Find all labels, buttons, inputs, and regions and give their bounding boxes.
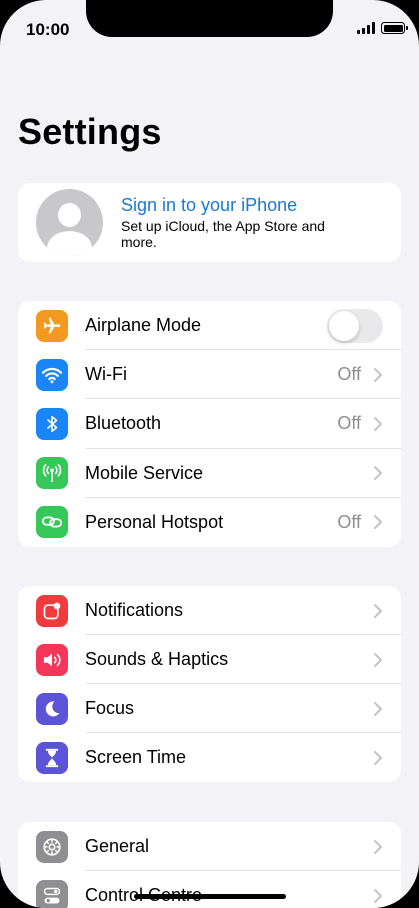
settings-row-airplane-mode[interactable]: Airplane Mode [18, 301, 401, 351]
antenna-icon [36, 457, 68, 490]
settings-row-value: Off [337, 511, 361, 532]
chevron-right-icon [374, 367, 382, 382]
notifications-group: Notifications Sounds & Haptics Focus Scr… [18, 586, 401, 782]
settings-row-label: Focus [85, 698, 135, 718]
moon-icon [36, 692, 68, 725]
cellular-signal-icon [357, 22, 375, 34]
settings-row-label: Airplane Mode [85, 315, 202, 336]
settings-row-screen-time[interactable]: Screen Time [18, 733, 401, 782]
home-indicator[interactable] [134, 894, 286, 899]
status-icons [357, 22, 408, 34]
chevron-right-icon [374, 652, 382, 667]
page-title: Settings [18, 111, 162, 152]
phone-screen: 10:00 Settings Sign in to your iPhone Se… [0, 0, 419, 908]
avatar-icon [36, 189, 103, 256]
settings-row-bluetooth[interactable]: Bluetooth Off [18, 399, 401, 449]
chevron-right-icon [374, 603, 382, 618]
settings-row-label: Bluetooth [85, 413, 162, 434]
battery-icon [381, 22, 408, 34]
settings-row-mobile-service[interactable]: Mobile Service [18, 449, 401, 498]
chevron-right-icon [374, 515, 382, 530]
settings-row-wifi[interactable]: Wi-Fi Off [18, 350, 401, 400]
settings-row-general[interactable]: General [18, 822, 401, 871]
settings-row-label: Screen Time [85, 747, 187, 767]
settings-row-label: Personal Hotspot [85, 511, 224, 532]
settings-row-label: Wi-Fi [85, 364, 127, 385]
settings-row-sounds-haptics[interactable]: Sounds & Haptics [18, 635, 401, 684]
settings-row-label: General [85, 836, 150, 856]
sign-in-subtitle: Set up iCloud, the App Store and more. [121, 218, 325, 250]
connectivity-group: Airplane Mode Wi-Fi Off Bluetooth Off Mo… [18, 301, 401, 547]
chevron-right-icon [374, 466, 382, 481]
gear-icon [36, 830, 68, 863]
settings-row-notifications[interactable]: Notifications [18, 586, 401, 635]
bluetooth-icon [36, 407, 68, 440]
chevron-right-icon [374, 888, 382, 903]
settings-row-value: Off [337, 364, 361, 385]
chevron-right-icon [374, 750, 382, 765]
settings-row-label: Sounds & Haptics [85, 649, 229, 669]
speaker-icon [36, 643, 68, 676]
chevron-right-icon [374, 701, 382, 716]
wifi-icon [36, 358, 68, 391]
settings-row-label: Mobile Service [85, 462, 204, 483]
notification-bell-icon [36, 594, 68, 627]
settings-row-label: Notifications [85, 600, 184, 620]
status-time: 10:00 [26, 20, 70, 39]
toggles-icon [36, 879, 68, 908]
airplane-mode-toggle[interactable] [327, 308, 383, 343]
settings-row-control-centre[interactable]: Control Centre [18, 871, 401, 908]
airplane-icon [36, 309, 68, 342]
settings-row-personal-hotspot[interactable]: Personal Hotspot Off [18, 498, 401, 547]
sign-in-card[interactable]: Sign in to your iPhone Set up iCloud, th… [18, 183, 401, 262]
chevron-right-icon [374, 416, 382, 431]
hourglass-icon [36, 741, 68, 774]
settings-row-focus[interactable]: Focus [18, 684, 401, 733]
settings-row-value: Off [337, 413, 361, 434]
notch [86, 0, 333, 37]
sign-in-title: Sign in to your iPhone [121, 195, 298, 215]
hotspot-link-icon [36, 506, 68, 539]
chevron-right-icon [374, 839, 382, 854]
